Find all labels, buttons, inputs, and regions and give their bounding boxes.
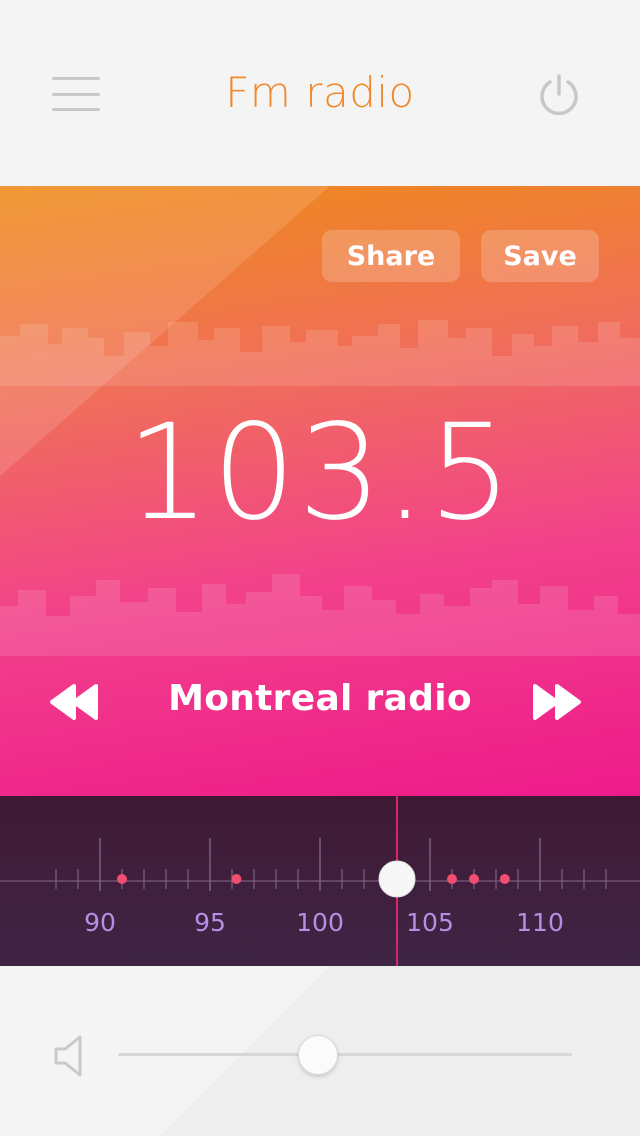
tuner-knob[interactable] [378, 860, 416, 898]
skyline-top-decoration [0, 320, 640, 386]
tuner-label: 105 [406, 908, 454, 937]
volume-control [0, 966, 640, 1136]
tuner-label: 95 [194, 908, 226, 937]
skyline-bottom-decoration [0, 574, 640, 656]
app-header: Fm radio [0, 0, 640, 186]
saved-station-dot [447, 874, 457, 884]
speaker-icon[interactable] [54, 1034, 84, 1078]
share-button[interactable]: Share [322, 230, 460, 282]
now-playing-panel: Share Save 103.5 Montreal radio [0, 186, 640, 796]
station-row: Montreal radio [0, 672, 640, 732]
saved-station-dot [499, 874, 510, 884]
tuner-label: 90 [84, 908, 116, 937]
tuner-label: 110 [516, 908, 564, 937]
frequency-tuner[interactable]: 90 95 100 105 110 [0, 796, 640, 966]
saved-station-dot [117, 874, 127, 884]
saved-station-dot [469, 874, 479, 884]
tuner-label: 100 [296, 908, 344, 937]
frequency-display: 103.5 [126, 396, 514, 550]
volume-slider-track[interactable] [118, 1053, 572, 1056]
power-icon[interactable] [536, 72, 582, 118]
saved-station-dot [231, 874, 242, 884]
volume-slider-thumb[interactable] [297, 1035, 338, 1075]
fast-forward-icon[interactable] [529, 682, 585, 722]
save-button[interactable]: Save [481, 230, 599, 282]
tuner-scale[interactable] [0, 796, 640, 966]
